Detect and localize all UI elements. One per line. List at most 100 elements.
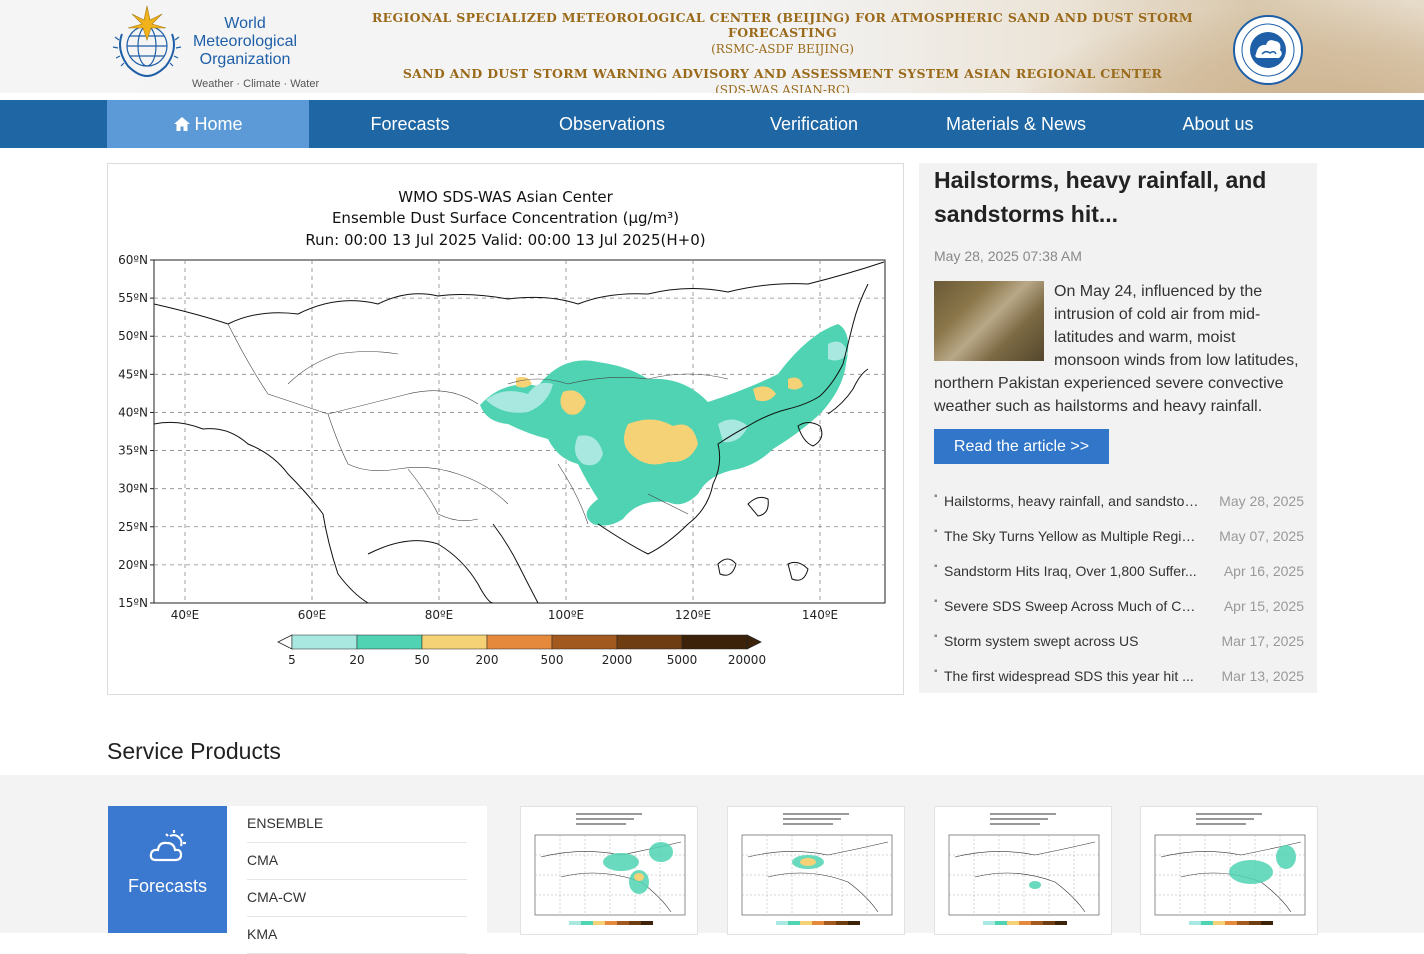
news-item-title[interactable]: The Sky Turns Yellow as Multiple Regions…: [944, 528, 1200, 544]
legend-value-label: 2000: [602, 653, 633, 667]
bullet-icon: ▪: [934, 561, 938, 572]
legend-high-arrow: [746, 634, 762, 650]
model-item-cma-cw[interactable]: CMA-CW: [247, 880, 467, 917]
nav-forecasts[interactable]: Forecasts: [309, 100, 511, 148]
news-item-title[interactable]: The first widespread SDS this year hit .…: [944, 668, 1200, 684]
latitude-labels: 60ºN 55ºN 50ºN 45ºN 40ºN 35ºN 30ºN 25ºN 20ºN 15ºN: [118, 253, 154, 610]
nav-home-label: Home: [194, 114, 243, 134]
dust-concentration-map: 60ºN 55ºN 50ºN 45ºN 40ºN 35ºN 30ºN 25ºN 20ºN 15ºN…: [118, 253, 886, 667]
news-thumbnail-image[interactable]: [934, 281, 1044, 361]
legend-value-label: 500: [541, 653, 564, 667]
lat-tick-label: 50ºN: [118, 329, 148, 343]
legend-color-bin: [681, 634, 748, 650]
news-panel: Hailstorms, heavy rainfall, and sandstor…: [919, 163, 1317, 693]
news-list-item[interactable]: ▪ Sandstorm Hits Iraq, Over 1,800 Suffer.…: [934, 554, 1304, 589]
news-item-title[interactable]: Storm system swept across US: [944, 633, 1200, 649]
read-article-button[interactable]: Read the article >>: [934, 429, 1109, 464]
wmo-name-line2: Meteorological: [192, 33, 298, 50]
header-subtitle-sdswas: (SDS-WAS ASIAN-RC): [715, 83, 850, 93]
legend-value-label: 20000: [728, 653, 766, 667]
legend-color-bin: [356, 634, 423, 650]
legend-value-label: 5000: [667, 653, 698, 667]
news-list: ▪ Hailstorms, heavy rainfall, and sandsto…: [934, 484, 1304, 694]
model-item-ensemble[interactable]: ENSEMBLE: [247, 806, 467, 843]
service-products-heading: Service Products: [107, 738, 281, 764]
wmo-name-line1: World: [224, 15, 266, 32]
mini-map-image: [534, 813, 686, 925]
legend-value-label: 20: [349, 653, 364, 667]
news-list-item[interactable]: ▪ Storm system swept across US Mar 17, 202…: [934, 624, 1304, 659]
news-item-date: Mar 13, 2025: [1221, 668, 1305, 684]
header-title-sdswas: SAND AND DUST STORM WARNING ADVISORY AND…: [402, 66, 1163, 81]
lat-tick-label: 15ºN: [118, 596, 148, 610]
bullet-icon: ▪: [934, 631, 938, 642]
legend-color-bin: [486, 634, 553, 650]
news-list-item[interactable]: ▪ Severe SDS Sweep Across Much of China..…: [934, 589, 1304, 624]
main-navigation: Home Forecasts Observations Verification…: [0, 100, 1424, 148]
mini-map-image: [948, 813, 1100, 925]
legend-color-bin: [421, 634, 488, 650]
bullet-icon: ▪: [934, 491, 938, 502]
news-item-date: May 07, 2025: [1219, 528, 1304, 544]
legend-value-label: 50: [414, 653, 429, 667]
home-icon: [174, 117, 191, 131]
news-list-item[interactable]: ▪ Hailstorms, heavy rainfall, and sandsto…: [934, 484, 1304, 519]
cma-logo-icon[interactable]: [1232, 14, 1304, 86]
legend-low-arrow: [277, 634, 293, 650]
news-item-date: Apr 16, 2025: [1223, 563, 1304, 579]
header-titles: REGIONAL SPECIALIZED METEOROLOGICAL CENT…: [330, 10, 1235, 93]
news-list-item[interactable]: ▪ The first widespread SDS this year hit …: [934, 659, 1304, 694]
site-header: World Meteorological Organization Weathe…: [0, 0, 1424, 93]
lat-tick-label: 45ºN: [118, 367, 148, 381]
news-item-date: May 28, 2025: [1219, 493, 1304, 509]
wmo-name-line3: Organization: [199, 51, 291, 68]
nav-observations[interactable]: Observations: [511, 100, 713, 148]
legend-color-bin: [291, 634, 358, 650]
lon-tick-label: 80ºE: [425, 608, 454, 622]
model-item-kma[interactable]: KMA: [247, 917, 467, 954]
lat-tick-label: 30ºN: [118, 482, 148, 496]
model-item-cma[interactable]: CMA: [247, 843, 467, 880]
wmo-tagline: Weather · Climate · Water: [192, 78, 320, 90]
nav-about-us[interactable]: About us: [1117, 100, 1319, 148]
forecast-map-panel[interactable]: WMO SDS-WAS Asian Center Ensemble Dust S…: [107, 163, 904, 695]
news-item-date: Mar 17, 2025: [1221, 633, 1305, 649]
lon-tick-label: 40ºE: [171, 608, 200, 622]
nav-home[interactable]: Home: [107, 100, 309, 148]
mini-map-image: [741, 813, 893, 925]
product-thumbnail[interactable]: [1140, 806, 1318, 935]
legend-color-bin: [551, 634, 618, 650]
longitude-labels: 40ºE 60ºE 80ºE 100ºE 120ºE 140ºE: [171, 608, 838, 622]
legend-color-bin: [616, 634, 683, 650]
news-item-title[interactable]: Hailstorms, heavy rainfall, and sandstor…: [944, 493, 1200, 509]
lat-tick-label: 55ºN: [118, 291, 148, 305]
map-legend: 5 20 50 200 500 2000 5000 20000: [277, 634, 766, 667]
lat-tick-label: 20ºN: [118, 558, 148, 572]
product-thumbnail[interactable]: [934, 806, 1112, 935]
lat-tick-label: 60ºN: [118, 253, 148, 267]
news-list-item[interactable]: ▪ The Sky Turns Yellow as Multiple Region…: [934, 519, 1304, 554]
legend-value-label: 5: [288, 653, 296, 667]
service-category-forecasts[interactable]: Forecasts: [108, 806, 227, 933]
news-item-title[interactable]: Severe SDS Sweep Across Much of China...: [944, 598, 1200, 614]
header-subtitle-rsmc: (RSMC-ASDF BEIJING): [711, 42, 854, 56]
wmo-name: World Meteorological Organization: [190, 15, 300, 69]
legend-value-label: 200: [476, 653, 499, 667]
product-thumbnail[interactable]: [520, 806, 698, 935]
news-item-title[interactable]: Sandstorm Hits Iraq, Over 1,800 Suffer..…: [944, 563, 1200, 579]
lon-tick-label: 120ºE: [675, 608, 711, 622]
nav-materials-news[interactable]: Materials & News: [915, 100, 1117, 148]
news-date: May 28, 2025 07:38 AM: [934, 248, 1082, 264]
wmo-logo-icon[interactable]: [110, 4, 184, 80]
bullet-icon: ▪: [934, 666, 938, 677]
nav-verification[interactable]: Verification: [713, 100, 915, 148]
forecast-model-list: ENSEMBLE CMA CMA-CW KMA: [227, 806, 487, 954]
news-headline[interactable]: Hailstorms, heavy rainfall, and sandstor…: [934, 163, 1304, 231]
product-thumbnail[interactable]: [727, 806, 905, 935]
lat-tick-label: 40ºN: [118, 405, 148, 419]
header-title-rsmc: REGIONAL SPECIALIZED METEOROLOGICAL CENT…: [371, 10, 1194, 40]
news-item-date: Apr 15, 2025: [1223, 598, 1304, 614]
lat-tick-label: 25ºN: [118, 520, 148, 534]
lon-tick-label: 100ºE: [548, 608, 584, 622]
mini-map-image: [1154, 813, 1306, 925]
